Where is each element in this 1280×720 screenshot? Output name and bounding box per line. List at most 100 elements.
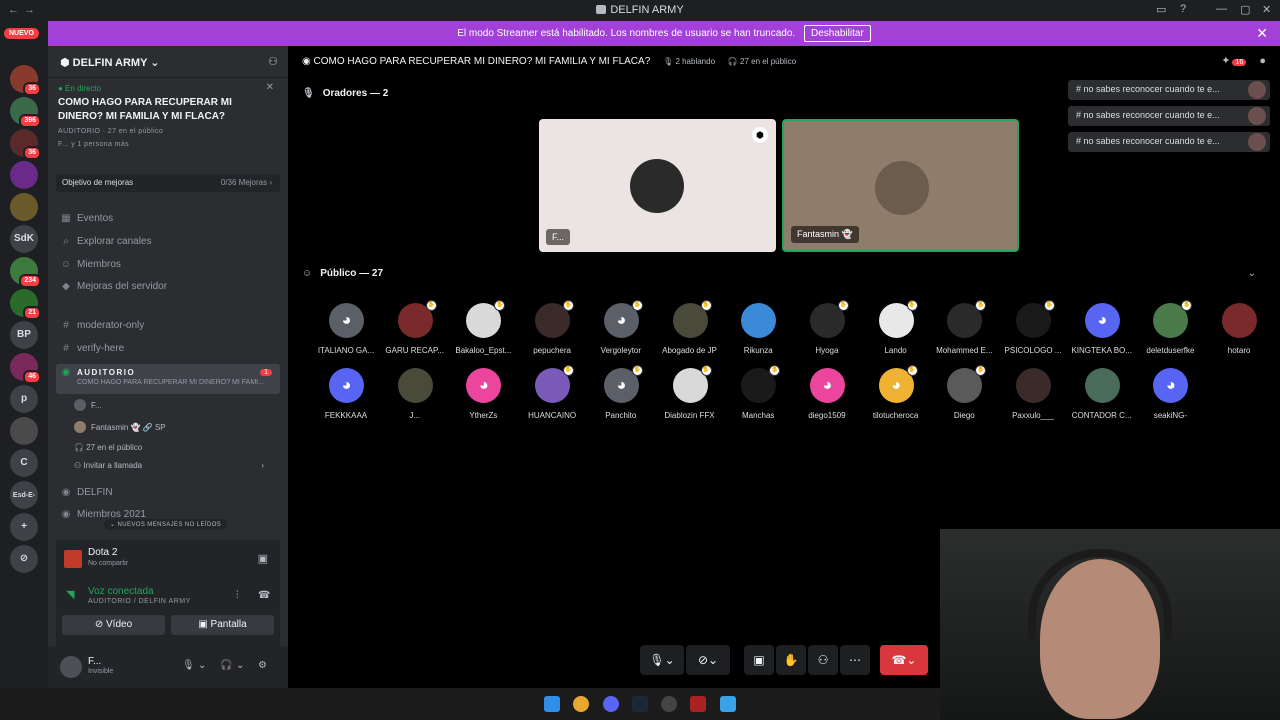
boost-goal[interactable]: Objetivo de mejoras 0/36 Mejoras › [56,174,280,192]
audience-member[interactable]: ◕ KINGTEKA BO... [1068,303,1136,363]
audience-member[interactable]: ✋ PSICOLOGO ... [999,300,1067,363]
inbox-icon[interactable]: ▭ [1156,3,1166,16]
server-icon[interactable] [10,161,38,189]
discord-taskbar-icon[interactable] [603,696,619,712]
new-messages-pill[interactable]: ⌄ NUEVOS MENSAJES NO LEÍDOS [104,519,228,530]
collapse-chevron-icon[interactable]: ⌄ [1248,268,1256,279]
server-icon[interactable] [10,417,38,445]
server-icon[interactable]: C [10,449,38,477]
audience-member[interactable]: ◕ ✋ Vergoleytor [587,300,655,363]
server-icon[interactable]: BP [10,321,38,349]
audience-member[interactable]: Rikunza [724,303,792,363]
channel-moderator-only[interactable]: # moderator-only [56,317,280,337]
video-button[interactable]: ⊘ Vídeo [62,615,165,635]
chevron-down-icon[interactable]: ⌄ [198,660,206,671]
audience-member[interactable]: CONTADOR C... [1068,368,1136,428]
server-icon[interactable]: 396 [10,97,41,128]
voice-status[interactable]: Voz conectada [88,586,154,597]
audience-member[interactable]: ◕ YtherZs [449,368,517,428]
audience-member[interactable]: ✋ Bakaloo_Epst... [449,300,517,363]
thread-icon[interactable]: ✦ [1221,55,1230,67]
disconnect-icon[interactable]: ☎ [258,590,270,601]
close-window-button[interactable]: ✕ [1262,3,1271,16]
sidebar-item-eventos[interactable]: ▦ Eventos [56,210,280,230]
banner-close-icon[interactable]: ✕ [1256,21,1268,46]
channel-verify-here[interactable]: # verify-here [56,340,280,360]
minimize-button[interactable]: — [1216,3,1227,15]
server-icon[interactable]: p [10,385,38,413]
headphones-icon[interactable]: 🎧 [220,660,232,671]
server-icon[interactable]: 36 [10,65,41,96]
audience-member[interactable]: ✋ Diablozin FFX [656,365,724,428]
avatar[interactable] [60,656,82,678]
new-badge[interactable]: NUEVO [4,28,39,39]
server-icon[interactable]: 36 [10,129,41,160]
chevron-down-icon[interactable]: ⌄ [236,660,244,671]
audience-member[interactable]: ✋ Mohammed E... [930,300,998,363]
audience-member[interactable]: ◕ diego1509 [793,368,861,428]
share-screen-icon[interactable]: ▣ [258,552,268,565]
channel-delfin[interactable]: ◉ DELFIN [56,484,280,504]
sidebar-item-mejoras[interactable]: ◆ Mejoras del servidor [56,278,280,298]
speaker-tile[interactable]: ⬢ F... [539,119,776,252]
settings-gear-icon[interactable]: ⚙ [258,660,267,671]
mic-icon[interactable]: 🎙 [182,660,195,671]
leave-stage-button[interactable]: ☎⌄ [880,645,928,675]
steam-icon[interactable] [632,696,648,712]
camera-toggle-button[interactable]: ⊘⌄ [686,645,730,675]
notification-toast[interactable]: # no sabes reconocer cuando te e... [1068,80,1270,100]
audience-member[interactable]: ✋ Manchas [724,365,792,428]
server-icon[interactable]: 234 [10,257,41,288]
chrome-icon[interactable] [573,696,589,712]
speaker-tile[interactable]: Fantasmin 👻 [782,119,1019,252]
audience-member[interactable]: ✋ Lando [862,300,930,363]
live-stage-card[interactable]: ● En directo COMO HAGO PARA RECUPERAR MI… [48,78,288,164]
audience-count[interactable]: 🎧 27 en el público [74,443,274,452]
voice-user[interactable]: F... [74,399,274,411]
server-icon[interactable]: ⊘ [10,545,38,573]
sidebar-item-miembros[interactable]: ☺ Miembros [56,256,280,276]
mic-toggle-button[interactable]: 🎙⌄ [640,645,684,675]
help-icon[interactable]: ? [1180,3,1186,15]
audience-member[interactable]: ◕ seakiNG- [1136,368,1204,428]
audience-member[interactable]: ✋ GARU RECAP... [381,300,449,363]
audience-member[interactable]: ✋ deletduserfke [1136,300,1204,363]
audience-member[interactable]: hotaro [1205,303,1273,363]
audience-member[interactable]: ◕ ✋ Panchito [587,365,655,428]
server-icon[interactable]: + [10,513,38,541]
user-name[interactable]: F... [88,656,101,667]
notepad-icon[interactable] [720,696,736,712]
server-icon[interactable]: 21 [10,289,41,320]
audience-member[interactable]: J... [381,368,449,428]
audience-member[interactable]: ✋ HUANCAINO [518,365,586,428]
server-icon[interactable]: Esd-E- [10,481,38,509]
audience-member[interactable]: ◕ ✋ tilotucheroca [862,365,930,428]
audience-member[interactable]: ✋ Diego [930,365,998,428]
audience-section-header[interactable]: ☺ Público — 27 [302,268,383,279]
server-icon[interactable] [10,193,38,221]
notification-toast[interactable]: # no sabes reconocer cuando te e... [1068,132,1270,152]
audience-member[interactable]: Paxxulo___ [999,368,1067,428]
audience-member[interactable]: ◕ FEKKKAAA [312,368,380,428]
voice-user[interactable]: Fantasmin 👻 🔗 SP [74,421,274,433]
maximize-button[interactable]: ▢ [1240,3,1250,16]
server-header[interactable]: ⬢ DELFIN ARMY ⌄ ⚇ [48,46,288,78]
app-icon[interactable] [661,696,677,712]
close-icon[interactable]: ✕ [266,82,274,93]
avatar[interactable]: ● [1259,55,1266,67]
audience-member[interactable]: ✋ pepuchera [518,300,586,363]
more-options-button[interactable]: ⋯ [840,645,870,675]
soundboard-icon[interactable]: ⫶ [236,590,239,601]
share-screen-button[interactable]: ▣ [744,645,774,675]
screen-share-button[interactable]: ▣ Pantalla [171,615,274,635]
invite-button[interactable]: ⚇ [808,645,838,675]
lower-hand-button[interactable]: ✋ [776,645,806,675]
windows-start-icon[interactable] [544,696,560,712]
server-icon[interactable]: SdK [10,225,38,253]
audience-member[interactable]: ✋ Abogado de JP [656,300,724,363]
invite-to-call[interactable]: ⚇ Invitar a llamada › [74,461,274,470]
dota-icon[interactable] [690,696,706,712]
audience-member[interactable]: ✋ Hyoga [793,300,861,363]
signal-icon[interactable]: ◥ [66,588,74,601]
audience-member[interactable]: ◕ ITALIANO GA... [312,303,380,363]
